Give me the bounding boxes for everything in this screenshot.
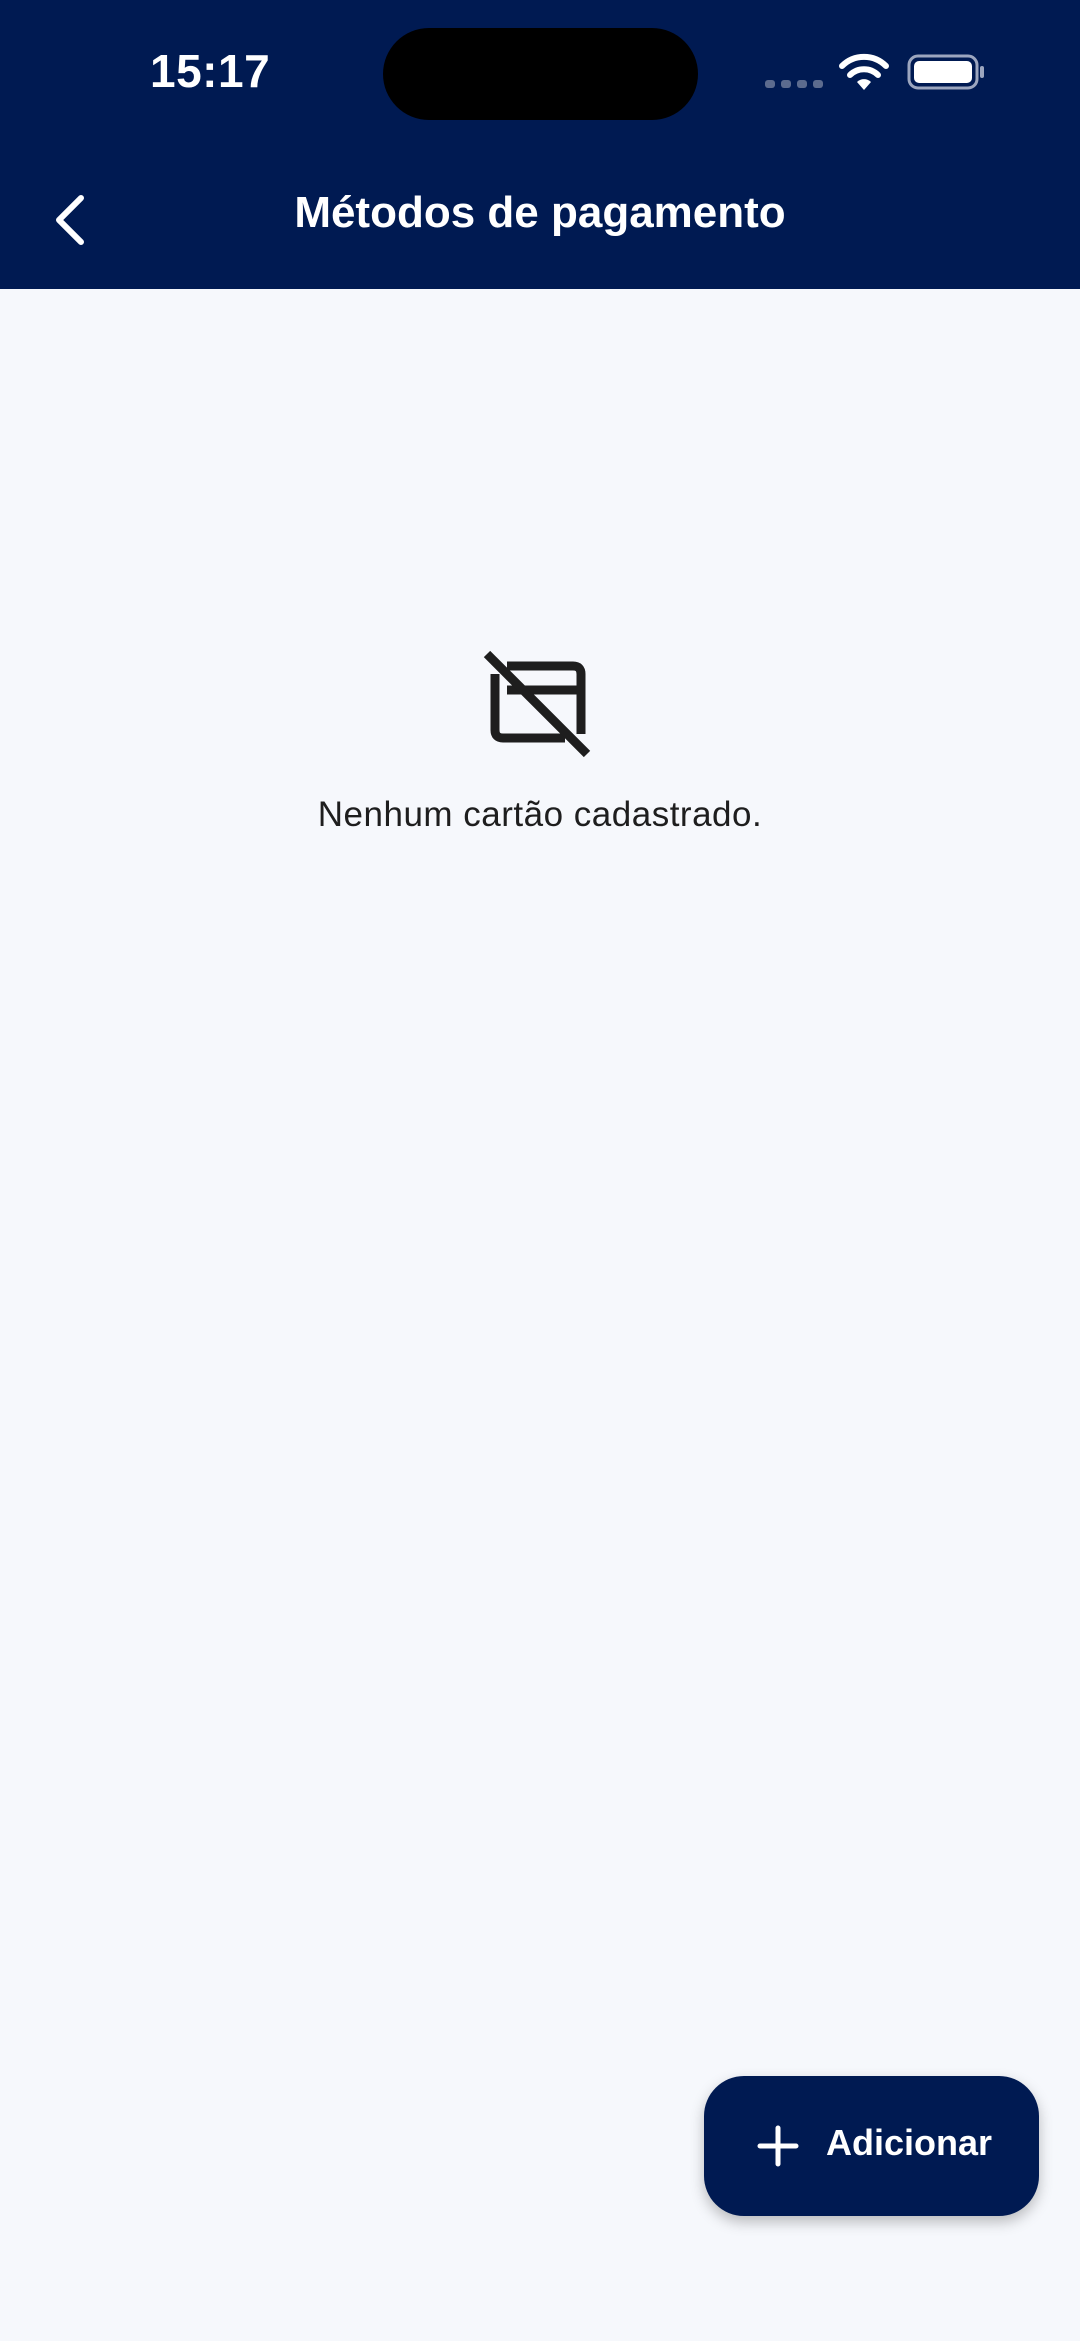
- add-payment-method-button[interactable]: Adicionar: [704, 2076, 1039, 2216]
- battery-icon: [907, 54, 984, 90]
- empty-state-message: Nenhum cartão cadastrado.: [317, 795, 763, 834]
- dynamic-island: [383, 28, 698, 120]
- payment-methods-screen: 15:17 Métodos de pagamento Nenhum cartão…: [0, 0, 1080, 2341]
- credit-card-off-icon: [483, 650, 591, 758]
- cellular-signal-icon: [765, 80, 823, 88]
- page-title: Métodos de pagamento: [294, 188, 786, 237]
- wifi-icon: [839, 53, 889, 90]
- back-button[interactable]: [40, 180, 100, 260]
- status-bar-time: 15:17: [150, 45, 271, 97]
- app-header: 15:17 Métodos de pagamento: [0, 0, 1080, 289]
- add-button-label: Adicionar: [826, 2122, 993, 2163]
- chevron-left-icon: [56, 195, 84, 245]
- plus-icon: [757, 2125, 799, 2167]
